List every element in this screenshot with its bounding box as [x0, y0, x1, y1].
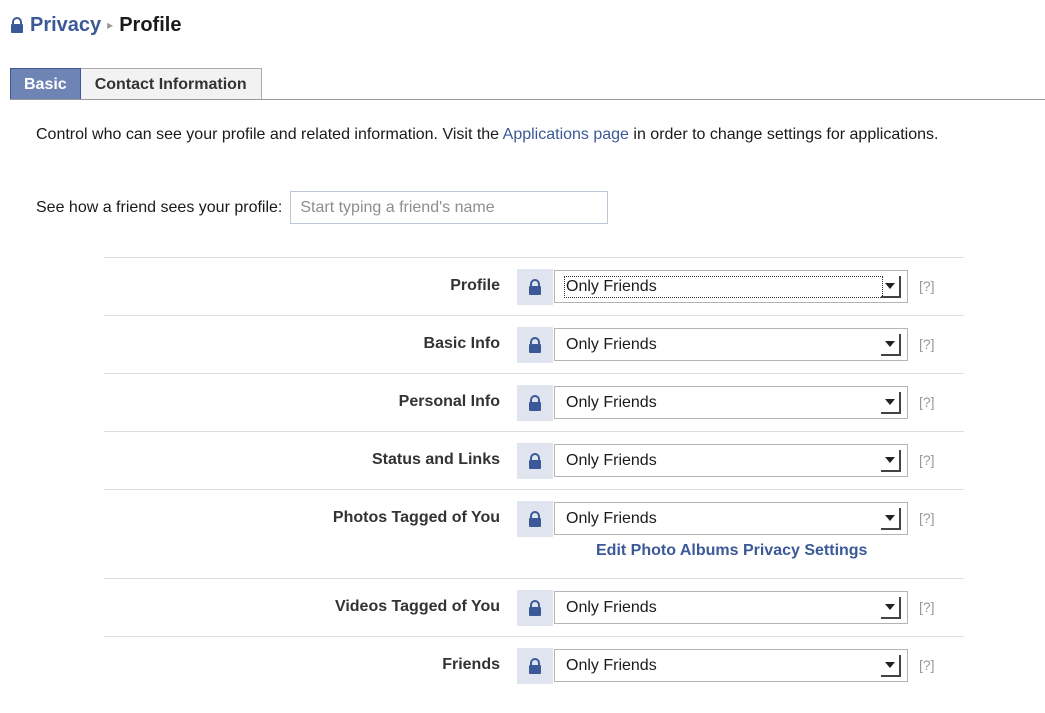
dropdown-value: Only Friends: [566, 656, 657, 674]
lock-icon: [517, 385, 553, 421]
setting-label: Friends: [442, 656, 500, 673]
lock-icon: [517, 269, 553, 305]
setting-row-friends: Friends Only Friends [?]: [104, 636, 964, 694]
setting-row-videos-tagged: Videos Tagged of You Only Friends [?]: [104, 578, 964, 636]
privacy-dropdown-status-and-links[interactable]: Only Friends: [554, 444, 908, 477]
chevron-down-icon: [881, 507, 901, 530]
help-link[interactable]: [?]: [919, 452, 935, 468]
help-link[interactable]: [?]: [919, 657, 935, 673]
intro-text: Control who can see your profile and rel…: [36, 125, 996, 145]
privacy-dropdown-profile[interactable]: Only Friends: [554, 270, 908, 303]
lock-icon: [517, 590, 553, 626]
friend-preview-label: See how a friend sees your profile:: [36, 198, 283, 216]
dropdown-value: Only Friends: [566, 451, 657, 469]
chevron-down-icon: [881, 391, 901, 414]
friend-name-input[interactable]: [290, 191, 609, 224]
setting-label: Basic Info: [423, 335, 500, 352]
lock-icon: [517, 501, 553, 537]
setting-row-basic-info: Basic Info Only Friends [?]: [104, 315, 964, 373]
page-title: Privacy ▸ Profile: [10, 10, 181, 40]
lock-icon: [10, 16, 24, 34]
lock-icon: [517, 327, 553, 363]
tab-contact-information[interactable]: Contact Information: [80, 68, 262, 100]
tab-bar: Basic Contact Information: [10, 68, 262, 100]
chevron-down-icon: [881, 275, 901, 298]
breadcrumb-separator: ▸: [107, 18, 114, 32]
dropdown-value: Only Friends: [564, 275, 883, 298]
applications-page-link[interactable]: Applications page: [503, 126, 629, 143]
lock-icon: [517, 648, 553, 684]
setting-row-profile: Profile Only Friends [?]: [104, 257, 964, 315]
help-link[interactable]: [?]: [919, 336, 935, 352]
lock-icon: [517, 443, 553, 479]
setting-label: Status and Links: [371, 451, 500, 468]
chevron-down-icon: [881, 449, 901, 472]
setting-label: Photos Tagged of You: [332, 509, 500, 526]
breadcrumb-current: Profile: [119, 13, 182, 36]
privacy-dropdown-videos-tagged[interactable]: Only Friends: [554, 591, 908, 624]
setting-label: Personal Info: [398, 393, 500, 410]
privacy-dropdown-basic-info[interactable]: Only Friends: [554, 328, 908, 361]
intro-text-before: Control who can see your profile and rel…: [36, 126, 503, 143]
friend-preview: See how a friend sees your profile:: [36, 191, 609, 224]
dropdown-value: Only Friends: [566, 393, 657, 411]
chevron-down-icon: [881, 654, 901, 677]
privacy-dropdown-photos-tagged[interactable]: Only Friends: [554, 502, 908, 535]
help-link[interactable]: [?]: [919, 394, 935, 410]
intro-text-after: in order to change settings for applicat…: [628, 126, 939, 143]
help-link[interactable]: [?]: [919, 510, 935, 526]
privacy-dropdown-friends[interactable]: Only Friends: [554, 649, 908, 682]
help-link[interactable]: [?]: [919, 599, 935, 615]
chevron-down-icon: [881, 596, 901, 619]
setting-row-personal-info: Personal Info Only Friends [?]: [104, 373, 964, 431]
setting-row-status-and-links: Status and Links Only Friends [?]: [104, 431, 964, 489]
setting-label: Profile: [450, 277, 500, 294]
dropdown-value: Only Friends: [566, 509, 657, 527]
privacy-settings-list: Profile Only Friends [?] Basic Info Only…: [104, 257, 964, 694]
help-link[interactable]: [?]: [919, 278, 935, 294]
setting-row-photos-tagged: Photos Tagged of You Only Friends [?] Ed…: [104, 489, 964, 578]
chevron-down-icon: [881, 333, 901, 356]
privacy-dropdown-personal-info[interactable]: Only Friends: [554, 386, 908, 419]
tab-basic[interactable]: Basic: [10, 68, 81, 100]
dropdown-value: Only Friends: [566, 335, 657, 353]
edit-photo-albums-link[interactable]: Edit Photo Albums Privacy Settings: [596, 542, 867, 560]
tab-divider: [10, 99, 1045, 100]
setting-label: Videos Tagged of You: [334, 598, 500, 615]
breadcrumb-privacy-link[interactable]: Privacy: [30, 14, 101, 37]
dropdown-value: Only Friends: [566, 598, 657, 616]
